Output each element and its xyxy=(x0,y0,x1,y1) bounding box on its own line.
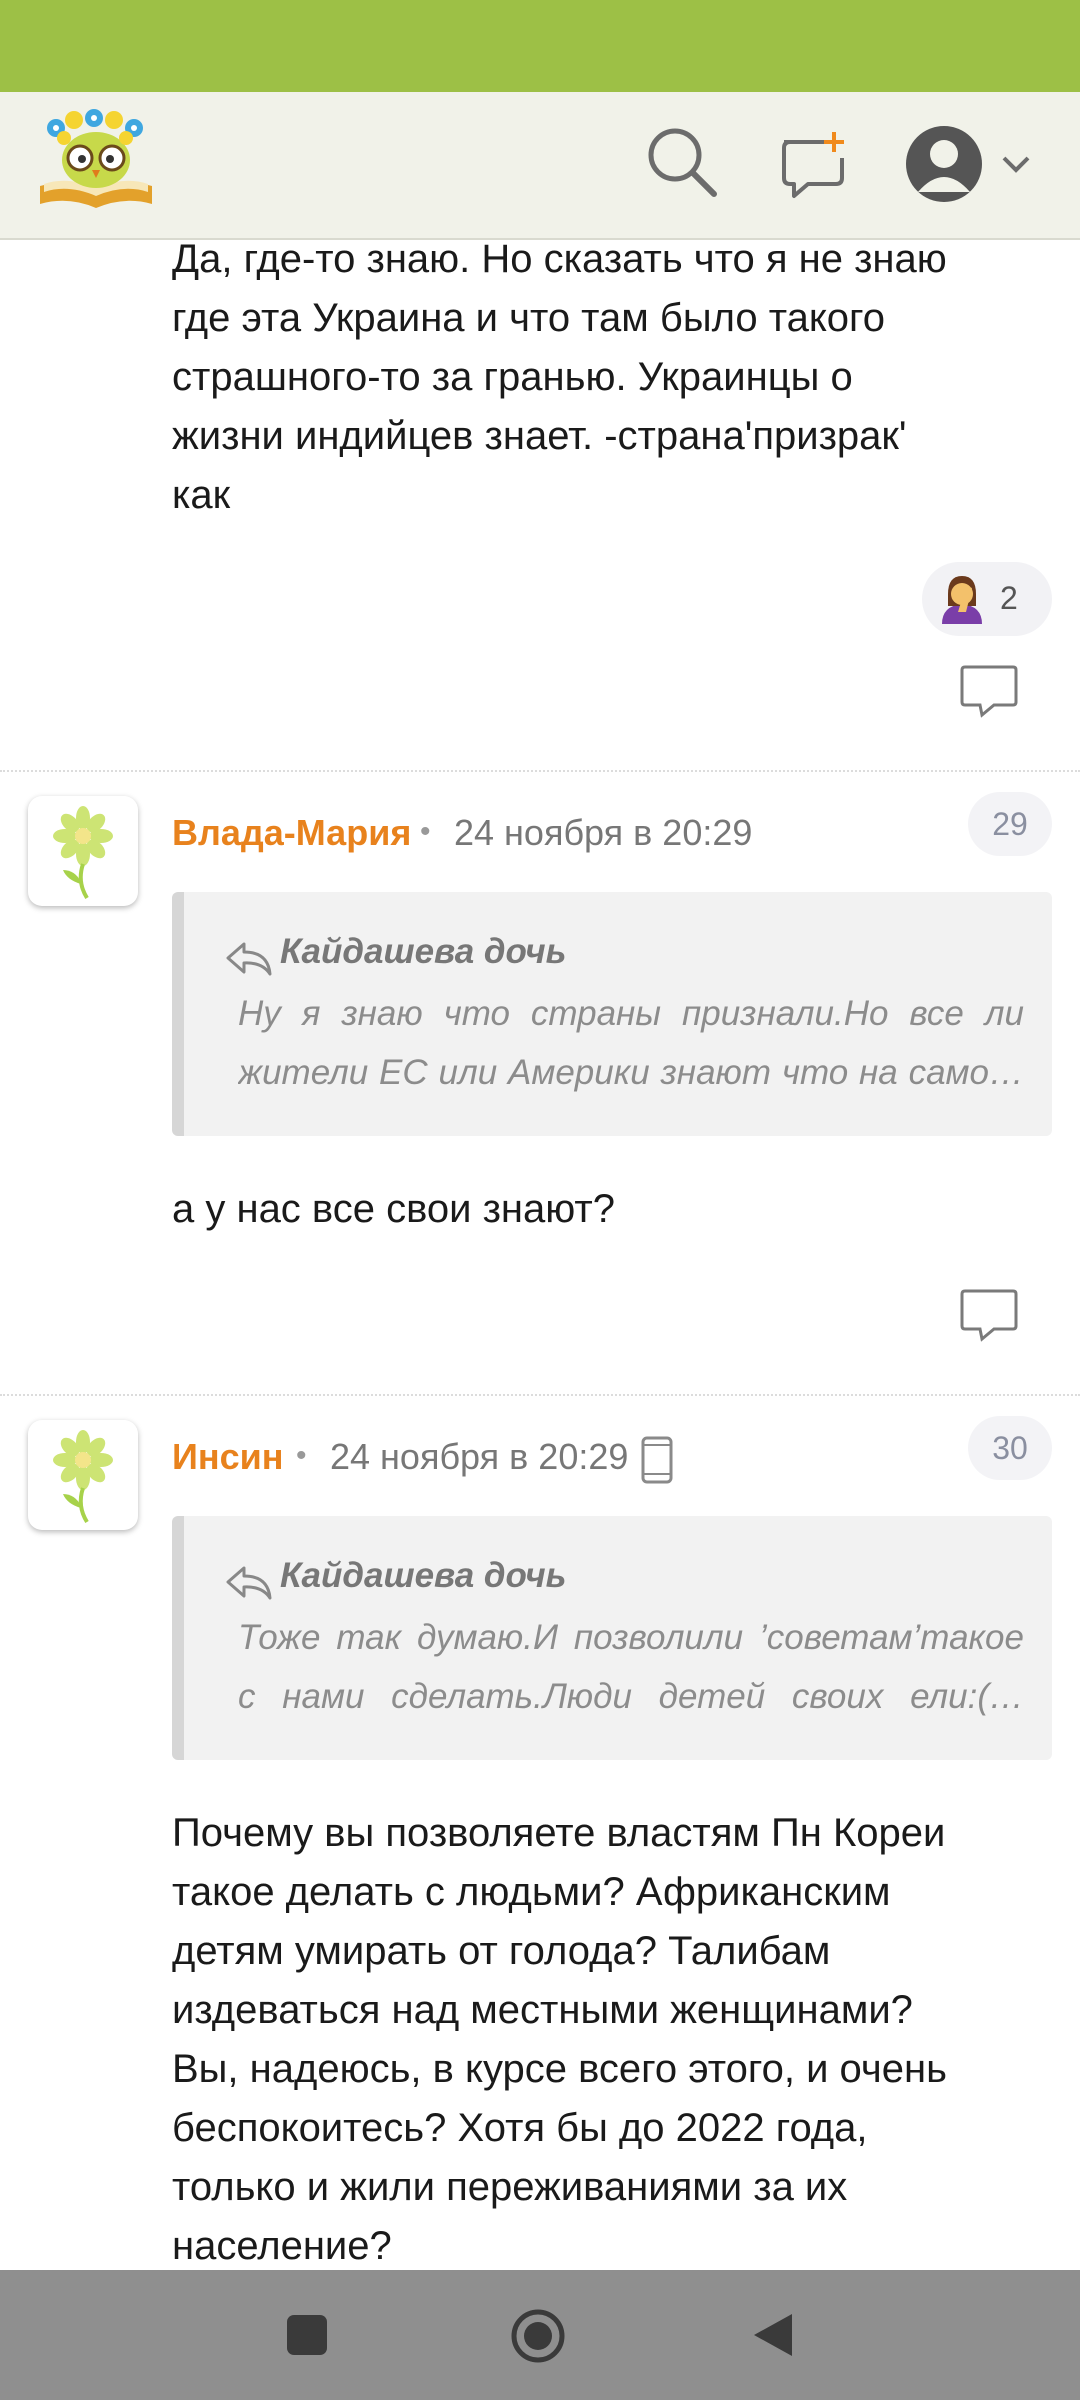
quote-text-line: Ну я знаю что страны признали.Но все ли xyxy=(238,994,1024,1033)
meta-separator: • xyxy=(420,815,431,848)
status-bar xyxy=(0,0,1080,92)
comment-text-line: издеваться над местными женщинами? xyxy=(172,1988,913,2032)
reply-icon[interactable] xyxy=(958,664,1020,718)
reply-icon[interactable] xyxy=(958,1288,1020,1342)
search-icon[interactable] xyxy=(644,124,720,200)
comment-text-line: только и жили переживаниями за их xyxy=(172,2165,848,2209)
reply-arrow-icon xyxy=(226,1566,272,1600)
facepalm-emoji-icon xyxy=(942,576,982,624)
quote-text-line: Тоже так думаю.И позволили ’советам’тако… xyxy=(238,1618,1024,1657)
divider xyxy=(0,1394,1080,1396)
avatar[interactable] xyxy=(28,796,138,906)
divider xyxy=(0,770,1080,772)
comment-number[interactable]: 30 xyxy=(968,1416,1052,1480)
comment-text-line: Вы, надеюсь, в курсе всего этого, и очен… xyxy=(172,2047,947,2091)
recents-icon[interactable] xyxy=(286,2314,328,2356)
comment-number[interactable]: 29 xyxy=(968,792,1052,856)
reaction-badge[interactable]: 2 xyxy=(922,562,1052,636)
quote-text: Тоже так думаю.И позволили ’советам’тако… xyxy=(238,1608,1024,1726)
comment-body: а у нас все свои знают? xyxy=(172,1180,1052,1239)
comment-text-line: где эта Украина и что там было такого xyxy=(172,296,885,340)
system-nav-bar xyxy=(0,2270,1080,2400)
comment-text-line: беспокоитесь? Хотя бы до 2022 года, xyxy=(172,2106,868,2150)
comment-text-line: страшного-то за гранью. Украинцы о xyxy=(172,355,853,399)
comment-body: Да, где-то знаю. Но сказать что я не зна… xyxy=(172,240,1052,525)
comment-text-line: а у нас все свои знают? xyxy=(172,1187,615,1231)
reply-arrow-icon xyxy=(226,942,272,976)
account-icon xyxy=(906,126,1030,202)
app-header xyxy=(0,92,1080,240)
flower-avatar-icon xyxy=(53,1430,113,1524)
comment-timestamp[interactable]: 24 ноября в 20:29 xyxy=(330,1436,628,1478)
comment-text-line: жизни индийцев знает. -страна'призрак' xyxy=(172,414,907,458)
quote-block[interactable]: Кайдашева дочь Ну я знаю что страны приз… xyxy=(172,892,1052,1136)
owl-reading-book-logo[interactable] xyxy=(34,108,158,214)
meta-separator: • xyxy=(296,1439,307,1472)
comment-author[interactable]: Инсин xyxy=(172,1436,284,1478)
quote-text-line: с нами сделать.Люди детей своих ели:(… xyxy=(238,1677,1024,1716)
comment-text-line: Почему вы позволяете властям Пн Кореи xyxy=(172,1811,946,1855)
account-menu[interactable] xyxy=(900,120,1036,208)
comment-text-line: население? xyxy=(172,2224,392,2268)
quote-author: Кайдашева дочь xyxy=(280,932,567,971)
quote-text-line: жители ЕС или Америки знают что на само… xyxy=(238,1053,1024,1092)
quote-block[interactable]: Кайдашева дочь Тоже так думаю.И позволил… xyxy=(172,1516,1052,1760)
quote-author: Кайдашева дочь xyxy=(280,1556,567,1595)
comment-text-line: детям умирать от голода? Талибам xyxy=(172,1929,831,1973)
comment-timestamp[interactable]: 24 ноября в 20:29 xyxy=(454,812,752,854)
new-post-icon[interactable] xyxy=(778,128,850,200)
chevron-down-icon xyxy=(1002,156,1030,173)
phone-icon xyxy=(641,1436,673,1484)
quote-text: Ну я знаю что страны признали.Но все ли … xyxy=(238,984,1024,1102)
avatar[interactable] xyxy=(28,1420,138,1530)
comment-feed: Да, где-то знаю. Но сказать что я не зна… xyxy=(0,240,1080,2270)
comment-text-line: как xyxy=(172,473,231,517)
comment-text-line: такое делать с людьми? Африканским xyxy=(172,1870,891,1914)
flower-avatar-icon xyxy=(53,806,113,900)
home-icon[interactable] xyxy=(510,2308,566,2364)
reaction-count: 2 xyxy=(1000,580,1018,616)
back-icon[interactable] xyxy=(752,2312,794,2358)
comment-text-line: Да, где-то знаю. Но сказать что я не зна… xyxy=(172,240,947,281)
comment-author[interactable]: Влада-Мария xyxy=(172,812,411,854)
comment-body: Почему вы позволяете властям Пн Кореи та… xyxy=(172,1804,1052,2270)
